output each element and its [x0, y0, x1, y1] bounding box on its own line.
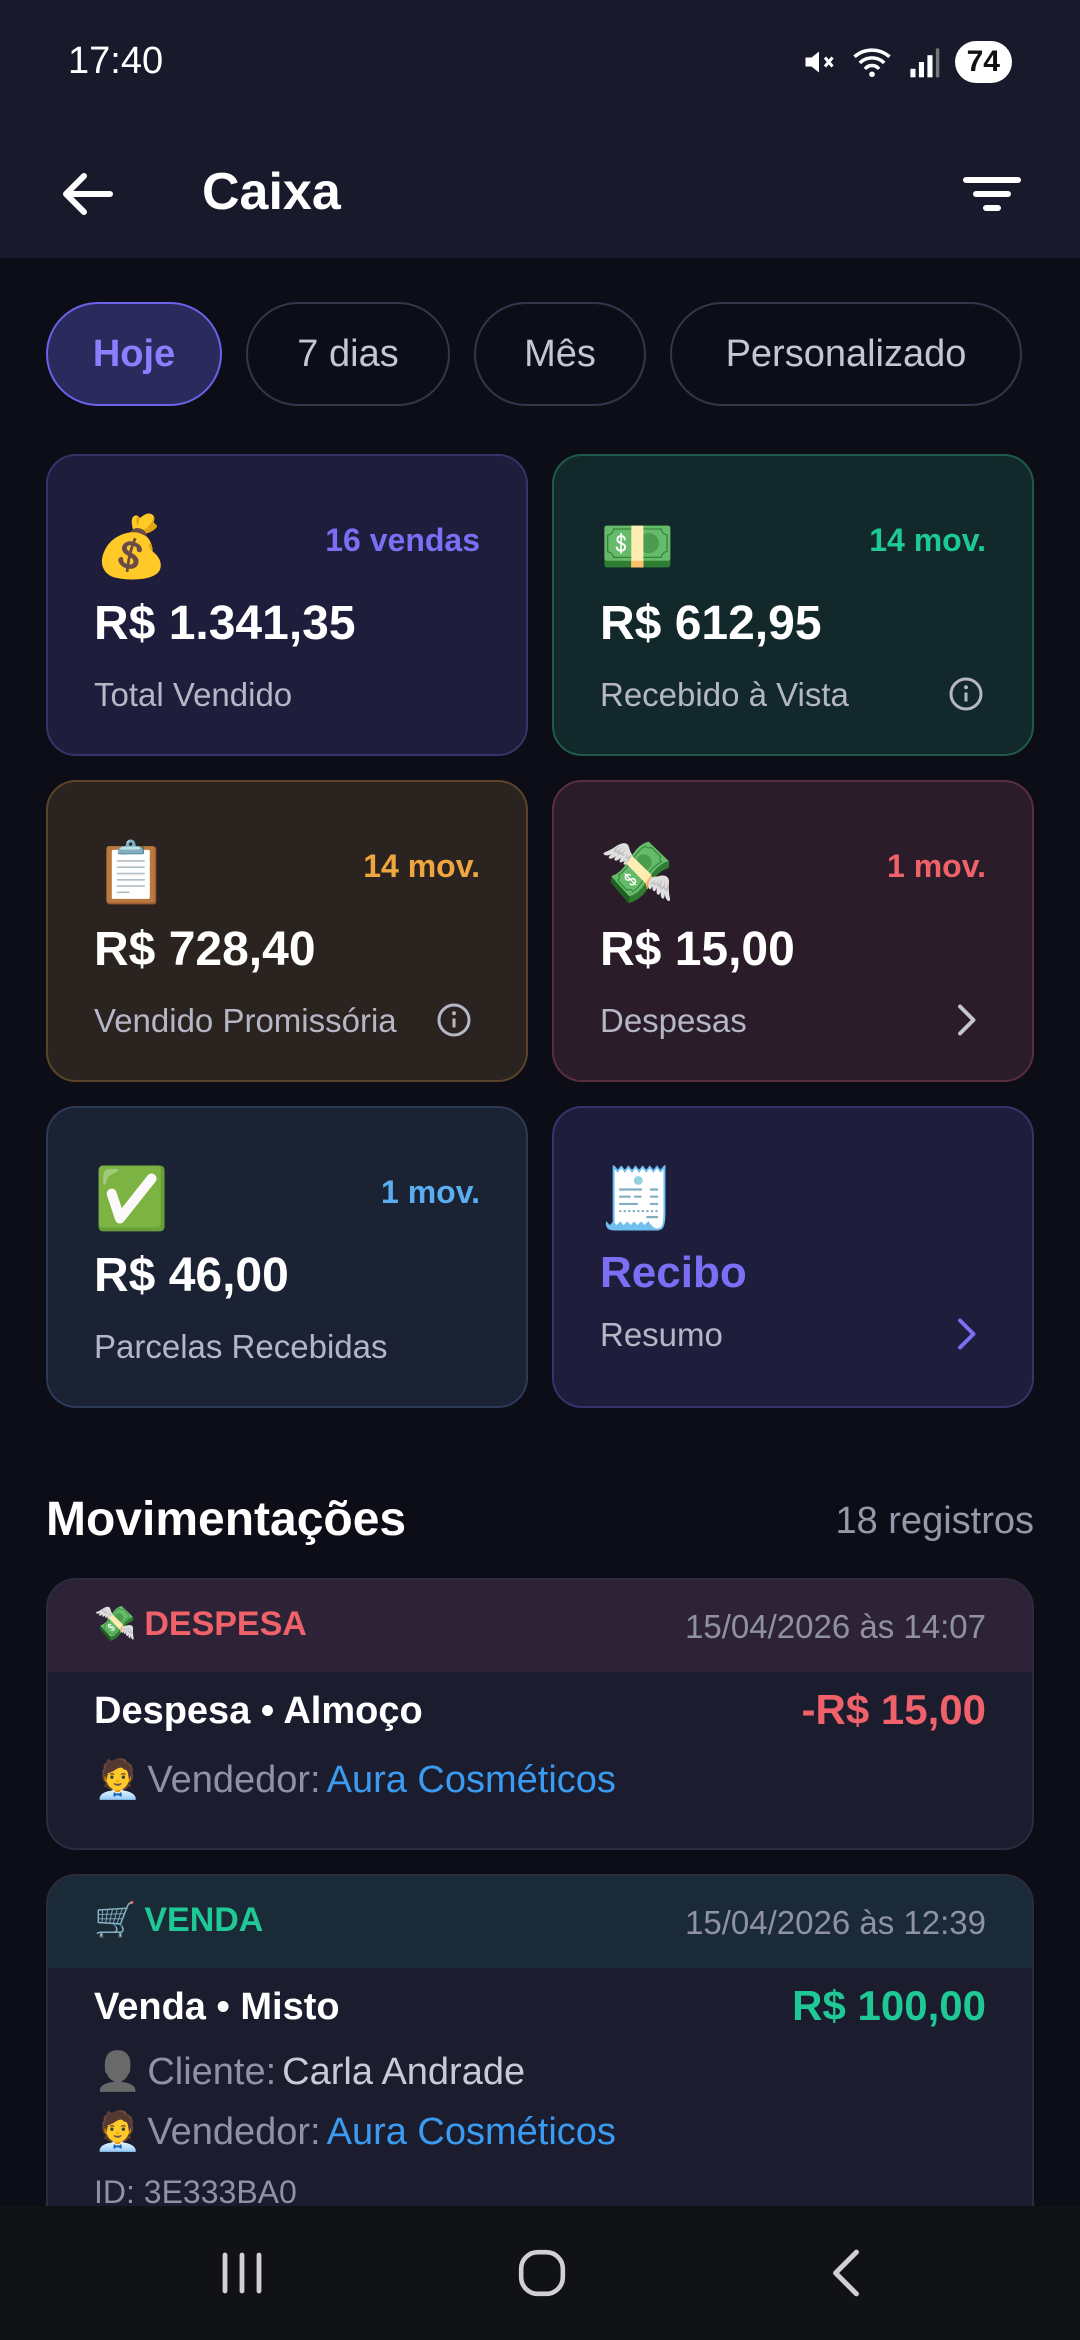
client-label: Cliente: — [147, 2050, 277, 2093]
card-amount: R$ 612,95 — [600, 597, 822, 650]
movement-seller: 🧑‍💼 Vendedor: Aura Cosméticos — [94, 1758, 616, 1802]
section-title: Movimentações — [46, 1493, 407, 1546]
home-icon — [518, 2249, 566, 2297]
card-count: 1 mov. — [887, 848, 986, 884]
clipboard-icon: 📋 — [94, 839, 169, 906]
money-bag-icon: 💰 — [94, 513, 169, 580]
chip-mes[interactable]: Mês — [474, 302, 646, 406]
shopping-cart-icon: 🛒 — [94, 1901, 137, 1939]
home-button[interactable] — [482, 2226, 602, 2320]
filter-button[interactable] — [952, 154, 1032, 234]
seller-link[interactable]: Aura Cosméticos — [327, 2111, 616, 2154]
recent-apps-icon — [222, 2252, 262, 2294]
wifi-icon — [852, 48, 891, 78]
card-amount: R$ 728,40 — [94, 923, 316, 976]
movement-client: 👤 Cliente: Carla Andrade — [94, 2050, 525, 2094]
seller-icon: 🧑‍💼 — [94, 1759, 142, 1801]
card-count: 14 mov. — [869, 522, 986, 558]
seller-label: Vendedor: — [147, 1758, 321, 1801]
card-recibo[interactable]: 🧾 Recibo Resumo — [552, 1106, 1034, 1408]
movement-header: 💸 DESPESA 15/04/2026 às 14:07 — [48, 1580, 1032, 1672]
movement-value: R$ 100,00 — [792, 1982, 986, 2029]
movement-date: 15/04/2026 às 14:07 — [685, 1608, 986, 1645]
info-icon[interactable] — [946, 674, 986, 714]
card-label: Resumo — [600, 1316, 723, 1353]
seller-link[interactable]: Aura Cosméticos — [327, 1759, 616, 1802]
card-despesas[interactable]: 💸 1 mov. R$ 15,00 Despesas — [552, 780, 1034, 1082]
card-label: Recebido à Vista — [600, 676, 849, 713]
status-bar: 17:40 74 — [0, 0, 1080, 130]
page-title: Caixa — [202, 163, 341, 221]
card-count: 16 vendas — [325, 522, 480, 558]
movement-seller: 🧑‍💼 Vendedor: Aura Cosméticos — [94, 2110, 616, 2154]
recent-apps-button[interactable] — [182, 2226, 302, 2320]
chevron-right-icon — [946, 1314, 986, 1354]
check-mark-icon: ✅ — [94, 1165, 169, 1232]
money-wings-icon: 💸 — [94, 1605, 137, 1643]
chip-hoje[interactable]: Hoje — [46, 302, 222, 406]
card-total-vendido[interactable]: 💰 16 vendas R$ 1.341,35 Total Vendido — [46, 454, 528, 756]
movement-type-label: VENDA — [144, 1900, 264, 1939]
info-icon[interactable] — [434, 1000, 474, 1040]
chevron-left-icon — [833, 2249, 859, 2297]
movement-title: Despesa • Almoço — [94, 1690, 423, 1732]
movement-header: 🛒 VENDA 15/04/2026 às 12:39 — [48, 1876, 1032, 1968]
chip-7-dias[interactable]: 7 dias — [246, 302, 450, 406]
card-amount: R$ 46,00 — [94, 1249, 289, 1302]
date-filter-chips: Hoje 7 dias Mês Personalizado — [46, 302, 1022, 406]
banknote-icon: 💵 — [600, 513, 675, 580]
status-icons: 74 — [801, 40, 1012, 84]
receipt-icon: 🧾 — [600, 1165, 675, 1232]
movement-item[interactable]: 💸 DESPESA 15/04/2026 às 14:07 Despesa • … — [46, 1578, 1034, 1850]
app-bar: Caixa — [0, 130, 1080, 258]
card-label: Vendido Promissória — [94, 1002, 397, 1039]
system-nav-bar — [0, 2206, 1080, 2340]
client-name: Carla Andrade — [282, 2050, 526, 2093]
movement-date: 15/04/2026 às 12:39 — [685, 1904, 986, 1941]
movement-type-label: DESPESA — [144, 1604, 307, 1643]
seller-icon: 🧑‍💼 — [94, 2111, 142, 2153]
card-amount: R$ 1.341,35 — [94, 597, 356, 650]
card-amount: R$ 15,00 — [600, 923, 795, 976]
card-vendido-promissoria[interactable]: 📋 14 mov. R$ 728,40 Vendido Promissória — [46, 780, 528, 1082]
movement-value: -R$ 15,00 — [801, 1686, 986, 1733]
card-label: Total Vendido — [94, 676, 293, 713]
movement-title: Venda • Misto — [94, 1986, 340, 2028]
chip-personalizado[interactable]: Personalizado — [670, 302, 1022, 406]
movement-type: 🛒 VENDA — [94, 1900, 263, 1940]
card-parcelas-recebidas[interactable]: ✅ 1 mov. R$ 46,00 Parcelas Recebidas — [46, 1106, 528, 1408]
movement-type: 💸 DESPESA — [94, 1604, 307, 1644]
card-recebido-vista[interactable]: 💵 14 mov. R$ 612,95 Recebido à Vista — [552, 454, 1034, 756]
status-time: 17:40 — [68, 40, 164, 82]
card-label: Parcelas Recebidas — [94, 1328, 388, 1365]
seller-label: Vendedor: — [147, 2110, 321, 2153]
battery-indicator: 74 — [954, 41, 1012, 83]
card-label: Despesas — [600, 1002, 747, 1039]
filter-icon — [963, 177, 1021, 211]
signal-icon — [910, 48, 939, 78]
back-nav-button[interactable] — [786, 2226, 906, 2320]
card-count: 14 mov. — [363, 848, 480, 884]
back-button[interactable] — [48, 154, 128, 234]
card-title: Recibo — [600, 1248, 747, 1297]
mute-icon — [805, 51, 834, 73]
card-count: 1 mov. — [381, 1174, 480, 1210]
arrow-left-icon — [63, 173, 113, 215]
chevron-right-icon — [946, 1000, 986, 1040]
records-count: 18 registros — [835, 1500, 1034, 1542]
money-wings-icon: 💸 — [600, 839, 675, 906]
user-icon: 👤 — [94, 2051, 142, 2093]
